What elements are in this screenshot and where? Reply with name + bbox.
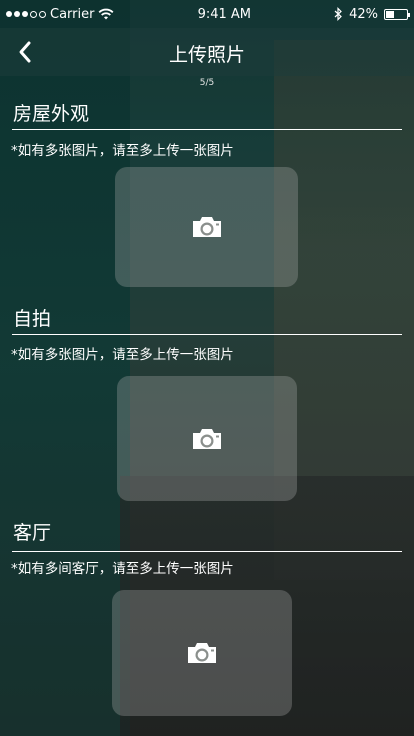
upload-photo-selfie[interactable] bbox=[117, 376, 297, 501]
divider bbox=[12, 551, 402, 552]
camera-icon bbox=[188, 643, 216, 663]
clock: 9:41 AM bbox=[197, 6, 251, 22]
divider bbox=[12, 129, 402, 130]
status-left: Carrier bbox=[6, 7, 114, 22]
upload-photo-exterior[interactable] bbox=[115, 167, 298, 287]
section-title-exterior: 房屋外观 bbox=[13, 103, 90, 125]
divider bbox=[12, 334, 402, 335]
carrier-label: Carrier bbox=[50, 6, 95, 22]
section-title-living-room: 客厅 bbox=[13, 522, 52, 544]
status-bar: Carrier 9:41 AM 42% bbox=[0, 0, 414, 28]
page-title: 上传照片 bbox=[168, 44, 245, 66]
page-counter: 5/5 bbox=[199, 78, 215, 88]
camera-icon bbox=[193, 428, 221, 449]
battery-icon bbox=[384, 8, 410, 20]
section-title-selfie: 自拍 bbox=[13, 308, 52, 330]
signal-icon bbox=[6, 10, 46, 18]
status-right: 42% bbox=[334, 6, 410, 22]
bluetooth-icon bbox=[334, 7, 342, 21]
battery-level bbox=[386, 10, 395, 18]
battery-percent: 42% bbox=[349, 6, 378, 22]
navigation-bar: 上传照片 bbox=[0, 28, 414, 76]
section-hint-living-room: *如有多间客厅，请至多上传一张图片 bbox=[11, 561, 234, 577]
camera-icon bbox=[192, 217, 221, 237]
section-hint-selfie: *如有多张图片，请至多上传一张图片 bbox=[11, 347, 234, 363]
wifi-icon bbox=[99, 8, 114, 20]
upload-photo-living-room[interactable] bbox=[112, 590, 292, 716]
section-hint-exterior: *如有多张图片，请至多上传一张图片 bbox=[11, 143, 234, 159]
